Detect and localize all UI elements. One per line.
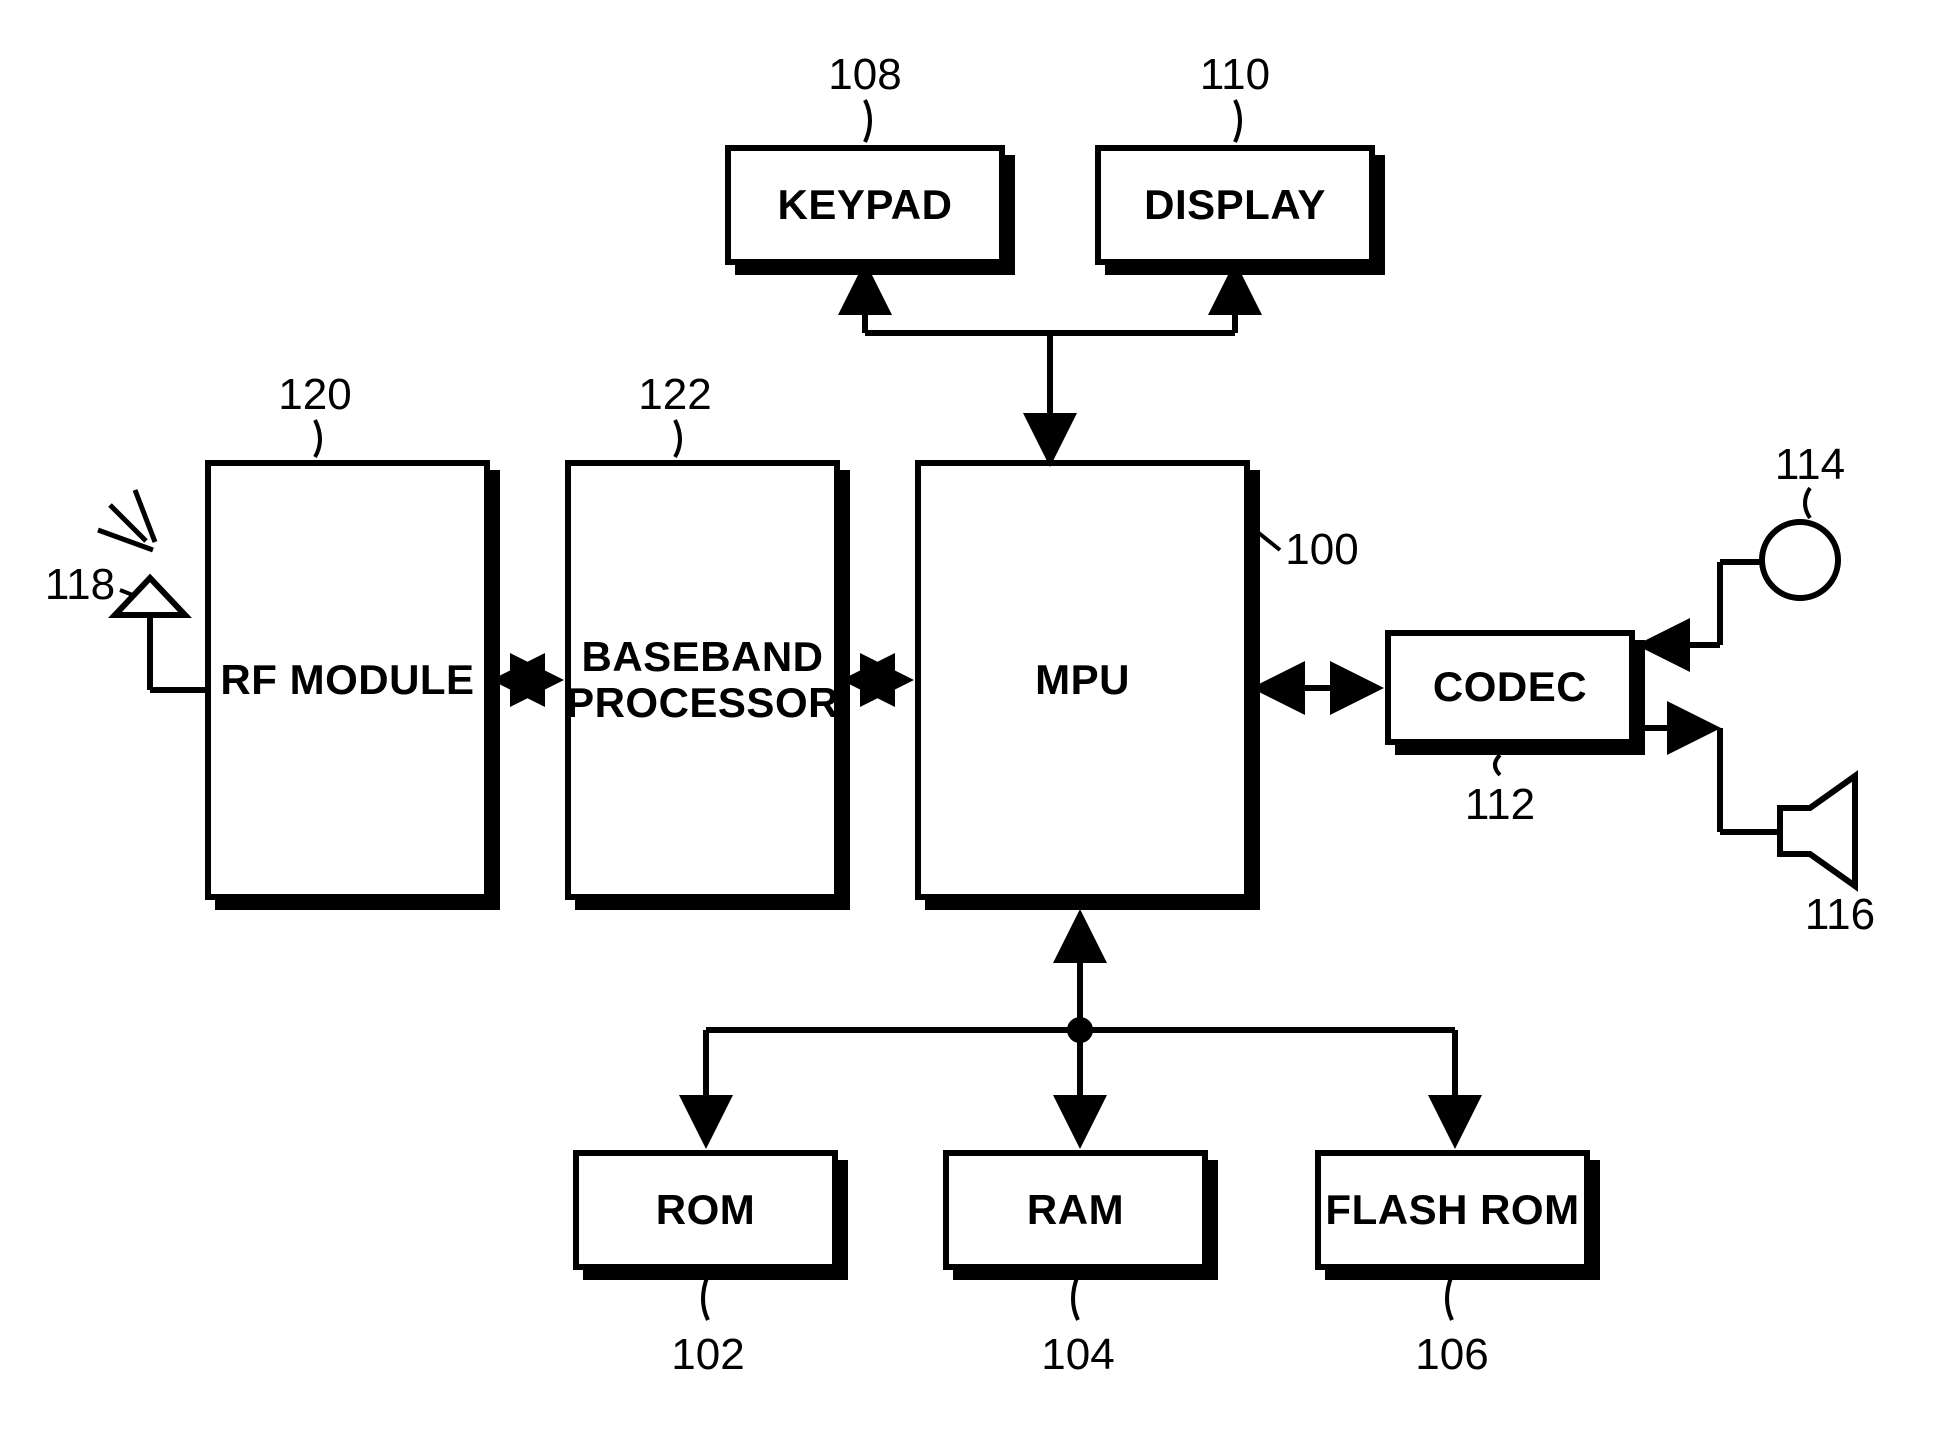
mic-icon xyxy=(1645,522,1838,645)
leader-flash xyxy=(1447,1275,1452,1320)
speaker-icon xyxy=(1635,728,1855,886)
mpu-ref: 100 xyxy=(1282,525,1362,575)
codec-label: CODEC xyxy=(1433,664,1587,710)
leader-baseband xyxy=(675,420,680,457)
leader-rf xyxy=(315,420,320,457)
leader-antenna xyxy=(120,590,138,597)
speaker-ref: 116 xyxy=(1800,890,1880,940)
ram-block: RAM xyxy=(943,1150,1208,1270)
keypad-block: KEYPAD xyxy=(725,145,1005,265)
codec-ref: 112 xyxy=(1460,780,1540,830)
leader-mic xyxy=(1805,488,1810,518)
codec-block: CODEC xyxy=(1385,630,1635,745)
display-label: DISPLAY xyxy=(1144,182,1326,228)
baseband-label: BASEBAND PROCESSOR xyxy=(566,634,839,726)
antenna-ref: 118 xyxy=(40,560,120,610)
mpu-label: MPU xyxy=(1035,657,1130,703)
rf-ref: 120 xyxy=(275,370,355,420)
flash-label: FLASH ROM xyxy=(1325,1187,1579,1233)
rf-label: RF MODULE xyxy=(220,657,474,703)
keypad-ref: 108 xyxy=(825,50,905,100)
ram-label: RAM xyxy=(1027,1187,1124,1233)
rf-block: RF MODULE xyxy=(205,460,490,900)
keypad-label: KEYPAD xyxy=(778,182,953,228)
flash-ref: 106 xyxy=(1412,1330,1492,1380)
memory-bus xyxy=(706,918,1455,1140)
display-block: DISPLAY xyxy=(1095,145,1375,265)
display-ref: 110 xyxy=(1195,50,1275,100)
ram-ref: 104 xyxy=(1038,1330,1118,1380)
mpu-top-bus xyxy=(865,270,1235,458)
baseband-block: BASEBAND PROCESSOR xyxy=(565,460,840,900)
rom-block: ROM xyxy=(573,1150,838,1270)
leader-display xyxy=(1235,100,1240,142)
leader-rom xyxy=(703,1275,708,1320)
flash-block: FLASH ROM xyxy=(1315,1150,1590,1270)
rom-ref: 102 xyxy=(668,1330,748,1380)
leader-ram xyxy=(1073,1275,1078,1320)
leader-codec xyxy=(1495,755,1500,775)
diagram-canvas: KEYPAD 108 DISPLAY 110 RF MODULE 120 BAS… xyxy=(0,0,1951,1451)
baseband-ref: 122 xyxy=(635,370,715,420)
mpu-block: MPU xyxy=(915,460,1250,900)
mic-ref: 114 xyxy=(1770,440,1850,490)
leader-keypad xyxy=(865,100,870,142)
rom-label: ROM xyxy=(656,1187,756,1233)
